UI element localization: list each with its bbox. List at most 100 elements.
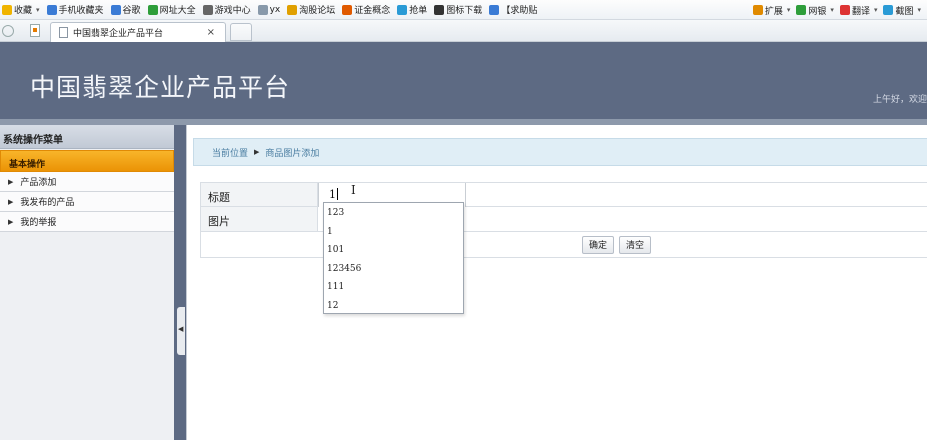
favorites-list: 收藏 ▾ 手机收藏夹 谷歌 网址大全 游戏中心 yx 淘股论坛 证金概念 抢单 图标下载 【求助贴	[0, 3, 544, 16]
site-title: 中国翡翠企业产品平台	[30, 73, 291, 102]
favorite-label: 收藏	[14, 6, 33, 16]
title-label: 标题	[201, 183, 318, 206]
triangle-right-icon: ▶	[8, 217, 14, 226]
close-icon[interactable]: ×	[207, 27, 215, 38]
phone-icon	[46, 4, 57, 15]
image-add-form: 标题 1 I 图片 确定 清空	[200, 182, 927, 258]
favorite-item[interactable]: 淘股论坛	[287, 3, 335, 16]
sidebar-item-my-reports[interactable]: ▶ 我的举报	[0, 212, 174, 232]
favorites-bar: 收藏 ▾ 手机收藏夹 谷歌 网址大全 游戏中心 yx 淘股论坛 证金概念 抢单 图标下载 【求助贴 扩…	[0, 0, 927, 20]
favorite-item[interactable]: 【求助贴	[489, 3, 537, 16]
autocomplete-dropdown: 123 1 101 123456 111 12	[323, 202, 464, 314]
sidebar-item-label: 我的举报	[20, 218, 57, 228]
favorite-item[interactable]: 翻译 ▾	[839, 4, 878, 17]
browser-tab[interactable]: 中国翡翠企业产品平台 ×	[50, 22, 226, 42]
globe-icon	[147, 4, 158, 15]
chevron-down-icon: ▾	[36, 5, 40, 14]
new-tab-button[interactable]	[230, 23, 252, 41]
page-icon[interactable]	[30, 24, 40, 37]
spark-icon	[287, 4, 298, 15]
favorite-label: 手机收藏夹	[58, 6, 104, 16]
autocomplete-option[interactable]: 101	[324, 242, 463, 261]
favorite-item[interactable]: 谷歌	[110, 3, 141, 16]
form-row-title: 标题 1 I	[200, 182, 927, 207]
sidebar-title: 系统操作菜单	[0, 125, 174, 149]
breadcrumb-page: 商品图片添加	[265, 148, 320, 159]
sidebar-splitter: ◀	[174, 125, 186, 440]
star-icon	[2, 4, 12, 15]
sidebar-item-add-product[interactable]: ▶ 产品添加	[0, 172, 174, 192]
favorite-label: yx	[269, 4, 281, 15]
chevron-left-icon: ◀	[178, 325, 184, 333]
favorite-item[interactable]: 手机收藏夹	[46, 3, 104, 16]
autocomplete-option[interactable]: 1	[324, 224, 463, 243]
favorite-label: 【求助贴	[501, 6, 538, 16]
favorite-label: 证金概念	[354, 6, 391, 16]
favorite-label: 图标下载	[446, 6, 483, 16]
favorite-label: 游戏中心	[214, 6, 251, 16]
image-label: 图片	[201, 207, 318, 231]
text-cursor-icon: I	[351, 183, 356, 197]
favorite-item[interactable]: 网银 ▾	[796, 4, 834, 17]
bank-icon	[796, 5, 807, 15]
favorite-label: 扩展	[764, 6, 783, 17]
page-icon	[257, 4, 268, 15]
favorite-item[interactable]: 网址大全	[147, 3, 196, 16]
sidebar-item-my-products[interactable]: ▶ 我发布的产品	[0, 192, 174, 212]
autocomplete-option[interactable]: 123	[324, 205, 463, 224]
submit-button[interactable]: 确定	[582, 235, 615, 254]
triangle-right-icon: ▶	[254, 148, 260, 156]
form-actions: 确定 清空	[200, 232, 927, 258]
site-header: 中国翡翠企业产品平台 上午好，欢迎	[0, 42, 927, 119]
scissors-icon	[883, 5, 894, 15]
favorite-item[interactable]: 截图 ▾	[883, 4, 921, 17]
favorite-item[interactable]: 游戏中心	[202, 3, 251, 16]
clear-button[interactable]: 清空	[619, 235, 652, 254]
greeting-text: 上午好，欢迎	[872, 95, 927, 105]
favorite-label: 翻译	[851, 6, 870, 17]
flame-icon	[342, 4, 353, 15]
sidebar-item-label: 产品添加	[20, 178, 57, 188]
bookmark-icon	[434, 4, 445, 15]
favorite-label: 淘股论坛	[299, 6, 336, 16]
autocomplete-option[interactable]: 12	[324, 298, 463, 317]
sidebar-group-basic[interactable]: 基本操作	[0, 150, 174, 172]
favorite-label: 网址大全	[159, 6, 196, 16]
favorite-item[interactable]: yx	[257, 4, 281, 15]
favorite-item[interactable]: 收藏 ▾	[2, 3, 40, 16]
autocomplete-option[interactable]: 123456	[324, 261, 463, 280]
title-input-value: 1	[329, 188, 336, 201]
favorite-label: 抢单	[409, 6, 428, 16]
image-icon	[489, 4, 500, 15]
collapse-sidebar-button[interactable]: ◀	[177, 307, 185, 355]
translate-icon	[839, 5, 850, 15]
favorites-right-tools: 扩展 ▾ 网银 ▾ 翻译 ▾ 截图 ▾	[748, 0, 927, 19]
document-icon	[59, 27, 68, 38]
favorite-item[interactable]: 证金概念	[342, 3, 390, 16]
favorite-label: 网银	[808, 6, 827, 17]
grid-icon	[752, 5, 763, 15]
favorite-item[interactable]: 抢单	[397, 3, 427, 16]
favorite-label: 截图	[895, 6, 914, 17]
favorite-item[interactable]: 图标下载	[434, 3, 482, 16]
text-caret	[337, 188, 338, 200]
chevron-down-icon: ▾	[786, 6, 791, 14]
main-panel: 当前位置 ▶ 商品图片添加 标题 1 I 图片 确定 清空	[186, 125, 927, 440]
tab-bar: 中国翡翠企业产品平台 ×	[0, 20, 927, 42]
favorite-item[interactable]: 扩展 ▾	[752, 4, 791, 17]
sidebar: 系统操作菜单 基本操作 ▶ 产品添加 ▶ 我发布的产品 ▶ 我的举报	[0, 125, 174, 440]
home-icon[interactable]	[2, 25, 14, 37]
triangle-right-icon: ▶	[8, 177, 14, 186]
chevron-down-icon: ▾	[873, 6, 878, 14]
sidebar-item-label: 我发布的产品	[20, 198, 75, 208]
favorite-label: 谷歌	[122, 6, 141, 16]
breadcrumb-current-label: 当前位置	[212, 148, 249, 159]
form-row-image: 图片	[200, 207, 927, 232]
triangle-right-icon: ▶	[8, 197, 14, 206]
arrow-icon	[397, 4, 408, 15]
chevron-down-icon: ▾	[830, 6, 834, 14]
autocomplete-option[interactable]: 111	[324, 279, 463, 298]
chevron-down-icon: ▾	[917, 6, 921, 14]
google-icon	[110, 4, 121, 15]
gamepad-icon	[202, 4, 213, 15]
